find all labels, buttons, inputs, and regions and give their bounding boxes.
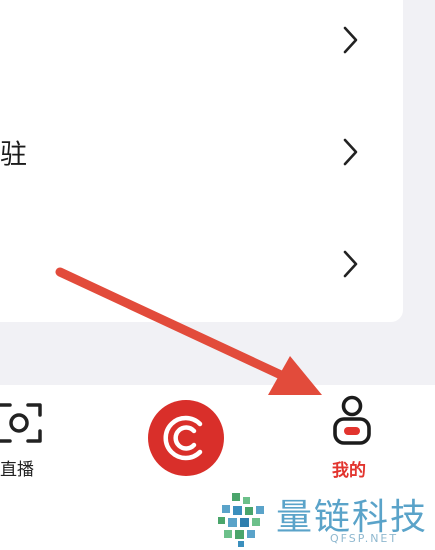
tab-live-label: 直播 [0,460,34,480]
tab-mine[interactable]: 我的 [320,385,390,485]
center-c-logo-icon [163,415,203,461]
menu-row-label: 驻 [0,139,28,171]
menu-row[interactable] [0,10,403,70]
settings-card: 驻 [0,0,403,322]
live-camera-icon [0,403,42,443]
watermark: 量链科技 QFSP.NET [212,488,435,550]
watermark-subtitle: QFSP.NET [330,532,399,545]
chevron-right-icon [343,138,358,166]
person-icon [333,395,371,445]
tab-mine-label: 我的 [332,461,366,481]
chevron-right-icon [343,250,358,278]
menu-row[interactable]: 驻 [0,122,403,182]
dotted-logo-icon [218,493,264,547]
center-action-button[interactable] [148,400,224,476]
menu-row[interactable] [0,234,403,294]
tab-live[interactable]: 直播 [0,385,60,485]
chevron-right-icon [343,26,358,54]
